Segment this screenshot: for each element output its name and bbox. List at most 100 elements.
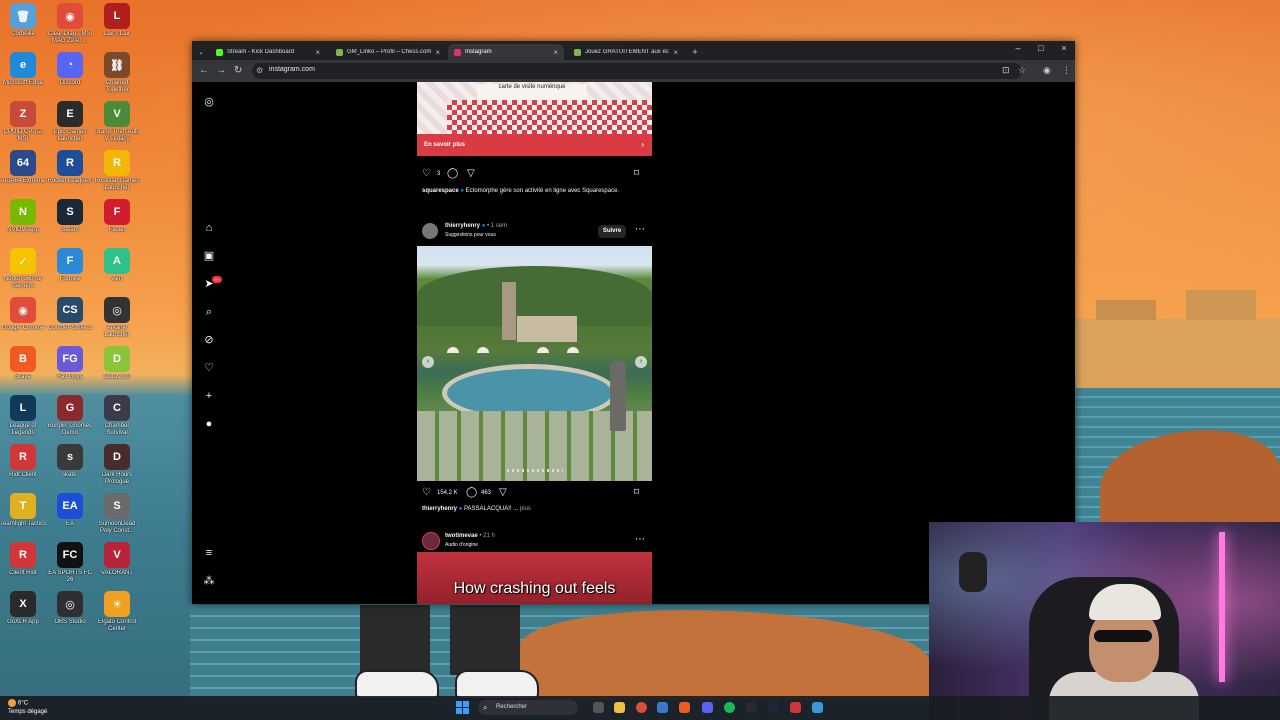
more-options-icon[interactable]: ⋯ <box>635 224 645 235</box>
desktop-icon[interactable]: V Grand Theft Auto V Legacy <box>94 101 140 143</box>
desktop-icon[interactable]: D Dark Hours Prologue <box>94 444 140 486</box>
comment-icon[interactable]: ◯ <box>447 168 458 179</box>
discord-taskbar-icon[interactable] <box>702 702 713 713</box>
more-options-icon[interactable]: ⋯ <box>635 534 645 545</box>
desktop-icon[interactable]: FG Fall Guys <box>47 346 93 381</box>
share-icon[interactable]: ▽ <box>499 487 507 498</box>
close-icon[interactable]: × <box>673 48 678 57</box>
tab-search-button[interactable]: ⌄ <box>194 44 208 60</box>
desktop-icon[interactable]: R Rockstar Games Launcher <box>94 150 140 192</box>
brave-taskbar-icon[interactable] <box>679 702 690 713</box>
taskbar-search[interactable]: ⌕ Rechercher <box>478 700 578 715</box>
desktop-icon[interactable]: ☀ Elgato Control Center <box>94 591 140 633</box>
new-tab-button[interactable]: + <box>687 44 703 60</box>
close-icon[interactable]: × <box>315 48 320 57</box>
url-field[interactable]: ⚙ instagram.com <box>252 63 1022 79</box>
weather-widget[interactable]: 6°C Temps dégagé <box>8 699 47 716</box>
file-explorer-icon[interactable] <box>614 702 625 713</box>
like-icon[interactable]: ♡ <box>422 487 431 498</box>
avatar[interactable] <box>422 532 440 550</box>
desktop-icon[interactable]: R Riot Client <box>0 444 46 479</box>
tab-chess-play[interactable]: Jouez GRATUITEMENT aux éch... × <box>568 44 684 60</box>
tab-instagram[interactable]: Instagram × <box>448 44 564 60</box>
share-icon[interactable]: ▽ <box>467 168 475 179</box>
learn-more-button[interactable]: En savoir plus › <box>417 134 652 156</box>
menu-icon[interactable]: ⋮ <box>1062 65 1071 76</box>
desktop-icon[interactable]: EA EA <box>47 493 93 528</box>
riot-taskbar-icon[interactable] <box>790 702 801 713</box>
desktop-icon[interactable]: ◉ Google Chrome <box>0 297 46 332</box>
explore-icon[interactable]: ⊘ <box>202 333 216 347</box>
close-icon[interactable]: × <box>553 48 558 57</box>
goxlr-taskbar-icon[interactable] <box>746 702 757 713</box>
instagram-logo-icon[interactable]: ◎ <box>202 95 216 109</box>
desktop-icon[interactable]: N NVIDIA App <box>0 199 46 234</box>
desktop-icon[interactable]: E Epic Games Launcher <box>47 101 93 143</box>
desktop-icon[interactable]: G Burglin' Gnomes Demo <box>47 395 93 437</box>
desktop-icon[interactable]: 64 AIDA64 Extreme <box>0 150 46 185</box>
spotify-icon[interactable] <box>724 702 735 713</box>
minimize-button[interactable]: – <box>1007 43 1029 53</box>
home-icon[interactable]: ⌂ <box>202 221 216 235</box>
desktop-icon[interactable]: ⛓ Chained Together <box>94 52 140 94</box>
desktop-icon[interactable]: 🗑 Corbeille <box>0 3 46 38</box>
desktop-icon[interactable]: Z CPUID CPU-Z MSI <box>0 101 46 143</box>
steam-taskbar-icon[interactable] <box>768 702 779 713</box>
carousel-next-icon[interactable]: › <box>635 356 647 368</box>
reload-icon[interactable]: ↻ <box>234 65 242 76</box>
forward-icon[interactable]: → <box>216 65 226 76</box>
app-taskbar-icon[interactable] <box>812 702 823 713</box>
desktop-icon[interactable]: T Teamfight Tactics <box>0 493 46 528</box>
close-window-button[interactable]: × <box>1053 43 1075 53</box>
desktop-icon[interactable]: X GoXLR App <box>0 591 46 626</box>
tab-kick-dashboard[interactable]: Stream - Kick Dashboard × <box>210 44 326 60</box>
back-icon[interactable]: ← <box>199 65 209 76</box>
desktop-icon[interactable]: V VALORANT <box>94 542 140 577</box>
profile-icon[interactable]: ◉ <box>1043 65 1051 76</box>
create-icon[interactable]: + <box>202 389 216 403</box>
desktop-icon[interactable]: ◉ CleanDiag - MSI MAG Z2A0 ... <box>47 3 93 45</box>
close-icon[interactable]: × <box>435 48 440 57</box>
desktop-icon[interactable]: S Steam <box>47 199 93 234</box>
tab-chess-profile[interactable]: GM_Linko – Profil – Chess.com × <box>330 44 446 60</box>
desktop-icon[interactable]: B Brave <box>0 346 46 381</box>
notepad-icon[interactable] <box>657 702 668 713</box>
profile-avatar-icon[interactable]: ● <box>202 417 216 431</box>
maximize-button[interactable]: □ <box>1030 43 1052 53</box>
desktop-icon[interactable]: L League of Legends <box>0 395 46 437</box>
install-app-icon[interactable]: ⊡ <box>1002 65 1010 76</box>
desktop-icon[interactable]: C Chamber Survival <box>94 395 140 437</box>
desktop-icon[interactable]: ◎ Arkaine Launcher <box>94 297 140 339</box>
desktop-icon[interactable]: ✓ Norton 360 for Gamers <box>0 248 46 290</box>
desktop-icon[interactable]: D Dofus 3.0 <box>94 346 140 381</box>
desktop-icon[interactable]: CS Counter-Strike 2 <box>47 297 93 332</box>
desktop-icon[interactable]: S SumoonDead Poly Const... <box>94 493 140 535</box>
desktop-icon[interactable]: R Client Riot <box>0 542 46 577</box>
desktop-icon[interactable]: FC EA SPORTS FC 26 <box>47 542 93 584</box>
desktop-icon[interactable]: F Faceit <box>94 199 140 234</box>
meta-icon[interactable]: ⁂ <box>202 574 216 588</box>
task-view-icon[interactable] <box>593 702 604 713</box>
heart-icon[interactable]: ♡ <box>202 361 216 375</box>
comment-icon[interactable]: ◯ <box>466 487 477 498</box>
desktop-icon[interactable]: s skate. <box>47 444 93 479</box>
bookmark-star-icon[interactable]: ☆ <box>1018 65 1026 76</box>
ad-image[interactable]: carte de visite numérique <box>417 82 652 134</box>
save-icon[interactable]: ⌑ <box>634 168 639 179</box>
search-icon[interactable]: ⌕ <box>202 305 216 319</box>
chrome-taskbar-icon[interactable] <box>636 702 647 713</box>
site-info-icon[interactable]: ⚙ <box>256 66 263 75</box>
carousel-prev-icon[interactable]: ‹ <box>422 356 434 368</box>
avatar[interactable] <box>422 223 438 239</box>
desktop-icon[interactable]: R Rocket League® <box>47 150 93 185</box>
follow-button[interactable]: Suivre <box>598 225 626 238</box>
more-menu-icon[interactable]: ≡ <box>202 546 216 560</box>
desktop-icon[interactable]: A Aim <box>94 248 140 283</box>
start-button[interactable] <box>456 701 469 714</box>
post-photo[interactable]: ‹ › <box>417 246 652 481</box>
desktop-icon[interactable]: L Lair's Lair <box>94 3 140 38</box>
like-icon[interactable]: ♡ <box>422 168 431 179</box>
save-icon[interactable]: ⌑ <box>634 487 639 498</box>
desktop-icon[interactable]: F Fortnite <box>47 248 93 283</box>
desktop-icon[interactable]: ◔ Discord <box>47 52 93 87</box>
